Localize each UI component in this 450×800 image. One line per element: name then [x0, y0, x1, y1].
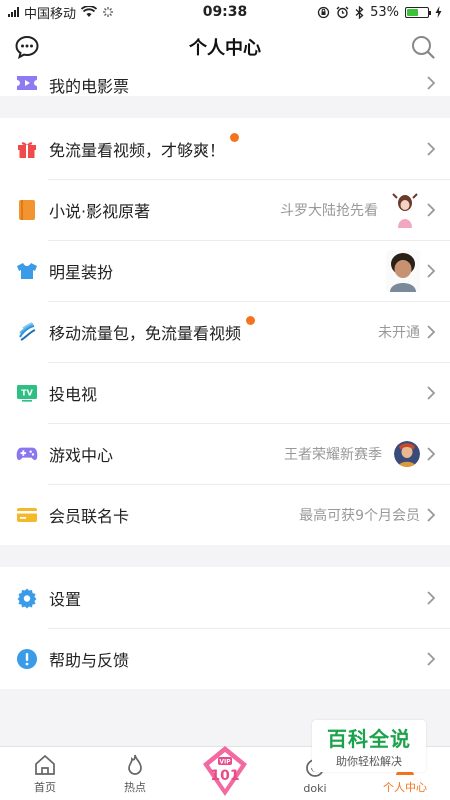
gear-icon	[16, 587, 38, 609]
menu-item-free-data-video[interactable]: 免流量看视频，才够爽！	[0, 118, 450, 179]
tab-hot[interactable]: 热点	[90, 747, 180, 800]
menu-item-settings[interactable]: 设置	[0, 567, 450, 628]
section-divider	[0, 545, 450, 567]
vip-101-logo-icon: VIP 101	[203, 746, 247, 796]
menu-item-label: 帮助与反馈	[49, 650, 130, 670]
watermark-badge: 百科全说 助你轻松解决	[312, 720, 426, 772]
bluetooth-icon	[355, 5, 364, 19]
flame-icon	[128, 754, 142, 775]
chevron-right-icon	[427, 141, 436, 156]
status-bar: 中国移动 09:38 53%	[0, 0, 450, 24]
menu-item-label: 设置	[49, 589, 82, 609]
chevron-right-icon	[427, 446, 436, 461]
tab-label: 热点	[124, 781, 146, 794]
chevron-right-icon	[427, 651, 436, 666]
book-icon	[16, 199, 38, 221]
menu-item-label: 会员联名卡	[49, 506, 130, 526]
menu-item-label: 我的电影票	[49, 77, 130, 96]
carrier-name: 中国移动	[24, 6, 77, 22]
tab-label: 个人中心	[383, 781, 427, 794]
chevron-right-icon	[427, 263, 436, 278]
ticket-icon	[16, 72, 38, 94]
star-avatar-thumbnail	[386, 249, 420, 292]
novel-character-thumbnail	[390, 191, 420, 228]
menu-group-settings: 设置 帮助与反馈	[0, 567, 450, 689]
menu-item-star-dressup[interactable]: 明星装扮	[0, 240, 450, 301]
battery-icon	[405, 6, 431, 18]
tab-label: 首页	[34, 781, 56, 794]
menu-group-services: 免流量看视频，才够爽！ 小说·影视原著 斗罗大陆抢先看 明星装扮 移动流量包，免…	[0, 118, 450, 545]
menu-item-movie-tickets[interactable]: 我的电影票	[0, 70, 450, 96]
charging-icon	[435, 6, 442, 18]
watermark-subtitle: 助你轻松解决	[336, 755, 402, 768]
menu-item-label: 小说·影视原著	[49, 201, 151, 221]
menu-item-hint: 未开通	[378, 324, 420, 341]
tab-vip-101[interactable]: VIP 101	[180, 746, 270, 800]
alarm-icon	[336, 6, 349, 18]
watermark-title: 百科全说	[327, 727, 411, 751]
menu-item-label: 游戏中心	[49, 445, 114, 465]
header: 个人中心	[0, 24, 450, 70]
home-icon	[35, 754, 55, 775]
menu-item-cast-tv[interactable]: TV 投电视	[0, 362, 450, 423]
rotation-lock-icon	[317, 6, 330, 18]
vip-number: 101	[210, 768, 239, 784]
menu-item-novels[interactable]: 小说·影视原著 斗罗大陆抢先看	[0, 179, 450, 240]
chevron-right-icon	[427, 385, 436, 400]
menu-item-mobile-data[interactable]: 移动流量包，免流量看视频 未开通	[0, 301, 450, 362]
china-mobile-logo-icon	[16, 321, 38, 343]
svg-text:VIP: VIP	[219, 759, 231, 766]
gamepad-icon	[16, 443, 38, 465]
notification-dot	[246, 315, 256, 325]
menu-item-hint: 斗罗大陆抢先看	[280, 202, 378, 219]
chevron-right-icon	[427, 590, 436, 605]
chevron-right-icon	[427, 507, 436, 522]
gift-icon	[16, 138, 38, 160]
menu-item-member-card[interactable]: 会员联名卡 最高可获9个月会员	[0, 484, 450, 545]
help-icon	[16, 648, 38, 670]
chevron-right-icon	[427, 76, 436, 90]
menu-item-hint: 最高可获9个月会员	[299, 507, 420, 524]
menu-item-label: 免流量看视频，才够爽！	[49, 132, 240, 161]
loading-icon	[103, 7, 114, 17]
menu-list: 我的电影票 免流量看视频，才够爽！ 小说·影视原著 斗罗大陆抢先看 明星装扮 移…	[0, 70, 450, 746]
battery-percent: 53%	[370, 4, 399, 20]
search-icon[interactable]	[410, 34, 436, 60]
tab-label: doki	[303, 782, 327, 795]
menu-item-game-center[interactable]: 游戏中心 王者荣耀新赛季	[0, 423, 450, 484]
notification-dot	[230, 132, 240, 142]
tv-icon: TV	[16, 382, 38, 404]
game-hero-thumbnail	[394, 440, 420, 467]
menu-item-label: 明星装扮	[49, 262, 114, 282]
chevron-right-icon	[427, 202, 436, 217]
menu-item-label: 移动流量包，免流量看视频	[49, 315, 256, 344]
svg-text:TV: TV	[21, 388, 33, 397]
tshirt-icon	[16, 260, 38, 282]
section-divider	[0, 96, 450, 118]
message-bubble-icon[interactable]	[14, 34, 40, 60]
card-icon	[16, 504, 38, 526]
menu-group-top: 我的电影票	[0, 70, 450, 96]
chevron-right-icon	[427, 324, 436, 339]
signal-strength-icon	[8, 7, 19, 17]
menu-item-label: 投电视	[49, 384, 98, 404]
page-title: 个人中心	[189, 38, 261, 59]
wifi-icon	[81, 6, 98, 17]
menu-item-hint: 王者荣耀新赛季	[284, 446, 382, 463]
tab-home[interactable]: 首页	[0, 747, 90, 800]
menu-item-help-feedback[interactable]: 帮助与反馈	[0, 628, 450, 689]
